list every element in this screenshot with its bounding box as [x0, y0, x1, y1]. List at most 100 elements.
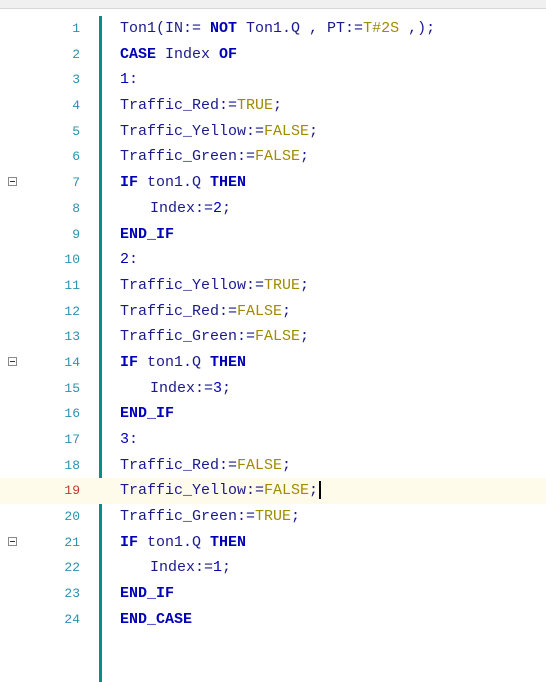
code-token: OF: [219, 45, 238, 63]
code-line[interactable]: 14 IF ton1.Q THEN: [0, 350, 546, 376]
code-line[interactable]: 24 END_CASE: [0, 607, 546, 633]
code-token: 1: [213, 559, 223, 577]
code-token: ;: [222, 199, 232, 217]
code-line[interactable]: 10 2:: [0, 247, 546, 273]
line-number: 6: [72, 149, 80, 165]
code-text[interactable]: Traffic_Green:=TRUE;: [120, 504, 300, 530]
code-line[interactable]: 15 Index:=3;: [0, 376, 546, 402]
code-token: THEN: [210, 353, 247, 371]
code-line[interactable]: 22 Index:=1;: [0, 555, 546, 581]
code-token: Traffic_Yellow:=: [120, 122, 265, 140]
collapse-minus-icon[interactable]: [8, 536, 17, 546]
code-line[interactable]: 16 END_IF: [0, 401, 546, 427]
line-number: 2: [72, 46, 80, 62]
code-line[interactable]: 7 IF ton1.Q THEN: [0, 170, 546, 196]
code-token: 1: [120, 71, 130, 89]
code-token: ;: [222, 559, 232, 577]
line-number: 17: [64, 432, 80, 447]
code-token: ;: [222, 379, 232, 397]
code-text[interactable]: Traffic_Green:=FALSE;: [120, 144, 309, 170]
code-token: Index:=: [150, 379, 214, 397]
code-line[interactable]: 21 IF ton1.Q THEN: [0, 530, 546, 556]
code-token: :: [129, 71, 139, 89]
code-line[interactable]: 13 Traffic_Green:=FALSE;: [0, 324, 546, 350]
code-text[interactable]: Ton1(IN:= NOT Ton1.Q , PT:=T#2S ,);: [120, 16, 435, 42]
code-text[interactable]: 1:: [120, 67, 138, 93]
code-token: END_IF: [120, 225, 175, 243]
code-line[interactable]: 19 Traffic_Yellow:=FALSE;: [0, 478, 546, 505]
collapse-minus-icon[interactable]: [8, 177, 17, 187]
code-editor[interactable]: 1 Ton1(IN:= NOT Ton1.Q , PT:=T#2S ,); 2 CAS…: [0, 16, 546, 633]
code-token: ton1.Q: [138, 353, 211, 371]
code-text[interactable]: Index:=2;: [150, 196, 231, 222]
code-token: NOT: [210, 20, 238, 37]
code-token: IF: [120, 533, 139, 551]
line-number: 11: [64, 277, 80, 293]
line-number: 14: [64, 354, 80, 370]
code-line[interactable]: 23 END_IF: [0, 581, 546, 607]
code-token: Ton1(IN:=: [120, 20, 211, 37]
code-token: ;: [273, 97, 283, 115]
code-token: Index: [156, 45, 220, 63]
code-line[interactable]: 9 END_IF: [0, 222, 546, 248]
code-token: IF: [120, 353, 139, 371]
code-token: FALSE: [264, 482, 310, 500]
code-line[interactable]: 18 Traffic_Red:=FALSE;: [0, 453, 546, 479]
code-text[interactable]: Index:=3;: [150, 376, 231, 402]
code-token: Traffic_Yellow:=: [120, 482, 265, 500]
line-number: 10: [64, 252, 80, 268]
code-line[interactable]: 2 CASE Index OF: [0, 42, 546, 68]
code-token: ;: [291, 508, 301, 526]
line-number: 12: [64, 303, 80, 319]
code-line[interactable]: 8 Index:=2;: [0, 196, 546, 222]
code-token: 3: [120, 431, 130, 448]
code-token: END_CASE: [120, 610, 193, 628]
code-token: TRUE: [264, 276, 301, 294]
code-text[interactable]: Traffic_Red:=TRUE;: [120, 93, 282, 119]
code-text[interactable]: Traffic_Red:=FALSE;: [120, 299, 291, 325]
code-token: Traffic_Red:=: [120, 456, 238, 474]
code-text[interactable]: IF ton1.Q THEN: [120, 170, 246, 196]
line-number: 18: [64, 457, 80, 473]
code-text[interactable]: END_IF: [120, 401, 174, 427]
code-text[interactable]: Traffic_Red:=FALSE;: [120, 453, 291, 479]
code-text[interactable]: END_IF: [120, 581, 174, 607]
code-text[interactable]: Traffic_Green:=FALSE;: [120, 324, 309, 350]
code-text[interactable]: Traffic_Yellow:=FALSE;: [120, 478, 322, 504]
line-number: 7: [72, 175, 80, 191]
code-token: Index:=: [150, 559, 214, 577]
code-text[interactable]: IF ton1.Q THEN: [120, 530, 246, 556]
code-text[interactable]: Traffic_Yellow:=FALSE;: [120, 119, 318, 145]
code-text[interactable]: IF ton1.Q THEN: [120, 350, 246, 376]
line-number: 4: [72, 98, 80, 114]
code-token: ton1.Q: [138, 174, 211, 192]
line-number: 23: [64, 586, 80, 602]
code-line[interactable]: 6 Traffic_Green:=FALSE;: [0, 144, 546, 170]
line-number: 1: [72, 21, 80, 36]
code-line[interactable]: 20 Traffic_Green:=TRUE;: [0, 504, 546, 530]
code-line[interactable]: 11 Traffic_Yellow:=TRUE;: [0, 273, 546, 299]
code-token: ;: [300, 328, 310, 346]
code-text[interactable]: END_IF: [120, 222, 174, 248]
code-token: :: [129, 431, 139, 448]
code-text[interactable]: Index:=1;: [150, 555, 231, 581]
code-line[interactable]: 17 3:: [0, 427, 546, 453]
code-text[interactable]: END_CASE: [120, 607, 192, 633]
code-text[interactable]: 2:: [120, 247, 138, 273]
code-token: FALSE: [255, 148, 301, 166]
code-token: END_IF: [120, 405, 175, 423]
code-line[interactable]: 12 Traffic_Red:=FALSE;: [0, 299, 546, 325]
code-line[interactable]: 1 Ton1(IN:= NOT Ton1.Q , PT:=T#2S ,);: [0, 16, 546, 42]
code-line[interactable]: 5 Traffic_Yellow:=FALSE;: [0, 119, 546, 145]
collapse-minus-icon[interactable]: [8, 356, 17, 366]
code-line[interactable]: 3 1:: [0, 67, 546, 93]
code-token: ;: [309, 482, 319, 500]
code-token: ton1.Q: [138, 533, 211, 551]
code-text[interactable]: Traffic_Yellow:=TRUE;: [120, 273, 309, 299]
code-token: END_IF: [120, 585, 175, 603]
code-token: FALSE: [255, 328, 301, 346]
code-line[interactable]: 4 Traffic_Red:=TRUE;: [0, 93, 546, 119]
code-text[interactable]: 3:: [120, 427, 138, 453]
code-token: Ton1.Q , PT:=: [237, 20, 364, 37]
code-text[interactable]: CASE Index OF: [120, 42, 237, 68]
